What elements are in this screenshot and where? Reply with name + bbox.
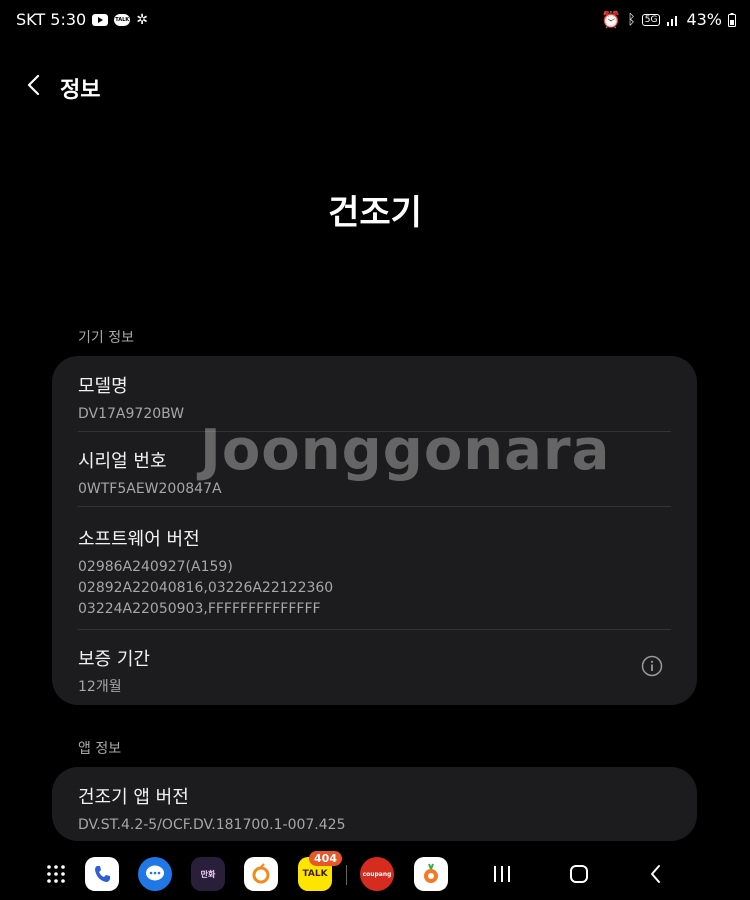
device-info-section-label: 기기 정보 bbox=[78, 330, 134, 346]
battery-percent: 43% bbox=[686, 10, 722, 29]
warranty-row[interactable]: 보증 기간 12개월 bbox=[78, 645, 671, 698]
fan-notification-icon: ✲ bbox=[136, 11, 148, 28]
carrier-time: SKT 5:30 bbox=[16, 10, 87, 29]
alarm-icon: ⏰ bbox=[601, 10, 622, 29]
webtoon-app[interactable]: 만화 bbox=[191, 857, 225, 891]
divider bbox=[78, 431, 671, 432]
messages-icon bbox=[146, 865, 164, 881]
status-left: SKT 5:30 TALK ✲ bbox=[16, 10, 148, 29]
dock-divider bbox=[346, 865, 347, 885]
chevron-left-icon bbox=[651, 865, 660, 883]
notification-badge: 404 bbox=[309, 851, 342, 866]
device-info-card: 모델명 DV17A9720BW 시리얼 번호 0WTF5AEW200847A 소… bbox=[52, 356, 697, 705]
app-header: 정보 bbox=[0, 62, 750, 108]
webtoon-icon: 만화 bbox=[200, 869, 216, 879]
app-version-row: 건조기 앱 버전 DV.ST.4.2-5/OCF.DV.181700.1-007… bbox=[78, 783, 671, 836]
home-button[interactable] bbox=[565, 862, 593, 886]
messages-app[interactable] bbox=[138, 857, 172, 891]
cashwalk-icon bbox=[252, 863, 270, 884]
divider bbox=[78, 506, 671, 507]
recents-button[interactable] bbox=[488, 862, 516, 886]
divider bbox=[78, 629, 671, 630]
info-icon bbox=[641, 655, 663, 677]
daangn-icon bbox=[424, 863, 438, 883]
kakaotalk-app[interactable]: TALK 404 bbox=[298, 851, 342, 891]
bluetooth-icon: ᛒ bbox=[627, 11, 636, 28]
apps-grid-button[interactable] bbox=[39, 857, 73, 891]
kakaotalk-icon: TALK bbox=[302, 869, 328, 879]
model-title: 모델명 bbox=[78, 376, 128, 397]
youtube-notification-icon bbox=[92, 13, 109, 26]
model-value: DV17A9720BW bbox=[78, 406, 185, 422]
home-icon bbox=[570, 865, 588, 883]
back-nav-button[interactable] bbox=[642, 862, 670, 886]
phone-icon bbox=[95, 866, 110, 882]
battery-icon bbox=[728, 12, 736, 27]
coupang-app[interactable]: coupang bbox=[360, 857, 394, 891]
network-5g-icon: 5G bbox=[641, 13, 661, 26]
software-line: 02892A22040816,03226A22122360 bbox=[78, 580, 334, 596]
phone-app[interactable] bbox=[85, 857, 119, 891]
software-line: 03224A22050903,FFFFFFFFFFFFFF bbox=[78, 601, 321, 617]
back-button[interactable] bbox=[18, 68, 52, 102]
apps-grid-icon bbox=[47, 865, 65, 883]
signal-icon bbox=[666, 13, 680, 27]
app-version-title: 건조기 앱 버전 bbox=[78, 787, 189, 808]
model-row: 모델명 DV17A9720BW bbox=[78, 372, 671, 425]
app-version-value: DV.ST.4.2-5/OCF.DV.181700.1-007.425 bbox=[78, 817, 346, 833]
coupang-icon: coupang bbox=[362, 870, 392, 878]
serial-row: 시리얼 번호 0WTF5AEW200847A bbox=[78, 447, 671, 500]
serial-title: 시리얼 번호 bbox=[78, 451, 167, 472]
warranty-info-button[interactable] bbox=[641, 655, 663, 677]
cashwalk-app[interactable] bbox=[244, 857, 278, 891]
app-info-section-label: 앱 정보 bbox=[78, 741, 122, 757]
software-title: 소프트웨어 버전 bbox=[78, 529, 200, 550]
device-name-title: 건조기 bbox=[328, 193, 422, 233]
daangn-app[interactable] bbox=[414, 857, 448, 891]
page-title: 정보 bbox=[60, 78, 101, 103]
software-line: 02986A240927(A159) bbox=[78, 559, 233, 575]
status-bar: SKT 5:30 TALK ✲ ⏰ ᛒ 5G 43% bbox=[0, 0, 750, 40]
chevron-left-icon bbox=[27, 74, 40, 96]
recents-icon bbox=[494, 866, 510, 882]
software-row: 소프트웨어 버전 02986A240927(A159) 02892A220408… bbox=[78, 525, 671, 620]
software-value: 02986A240927(A159) 02892A22040816,03226A… bbox=[78, 557, 671, 620]
serial-value: 0WTF5AEW200847A bbox=[78, 481, 222, 497]
taskbar: 만화 TALK 404 coupang bbox=[0, 848, 750, 900]
warranty-title: 보증 기간 bbox=[78, 649, 150, 670]
warranty-value: 12개월 bbox=[78, 679, 122, 695]
app-info-card: 건조기 앱 버전 DV.ST.4.2-5/OCF.DV.181700.1-007… bbox=[52, 767, 697, 841]
kakaotalk-notification-icon: TALK bbox=[114, 13, 131, 26]
status-right: ⏰ ᛒ 5G 43% bbox=[601, 10, 736, 29]
